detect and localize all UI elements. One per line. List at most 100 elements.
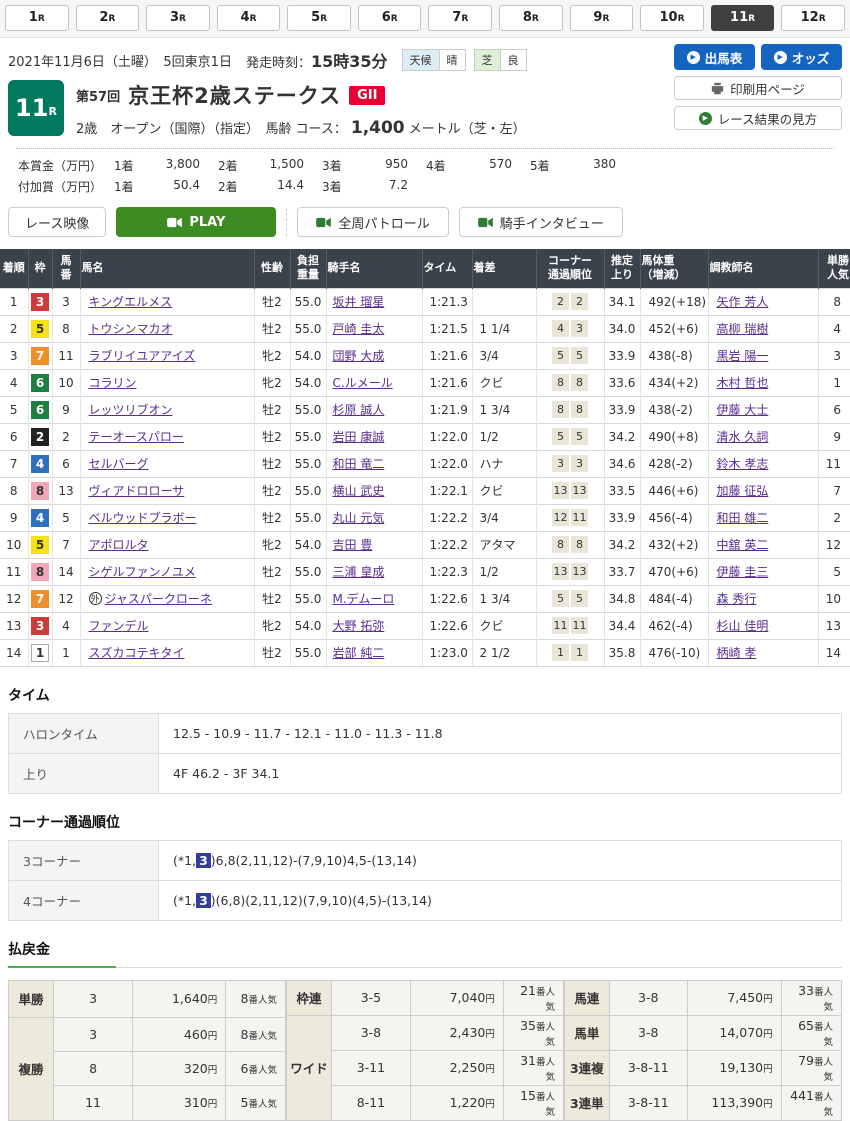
prize-rank: 3着 <box>322 157 356 174</box>
race-video-label[interactable]: レース映像 <box>8 207 106 237</box>
jockey-name-link[interactable]: C.ルメール <box>333 376 393 390</box>
horse-name-link[interactable]: ベルウッドブラボー <box>89 511 197 525</box>
trainer-name-link[interactable]: 木村 哲也 <box>717 376 769 390</box>
frame-number-badge: 1 <box>31 644 49 662</box>
bonus-money-row: 付加賞（万円） 1着50.42着14.43着7.2 <box>18 178 834 195</box>
trainer-name-link[interactable]: 和田 雄二 <box>717 511 769 525</box>
combination: 3 <box>54 1017 133 1051</box>
horse-name-link[interactable]: ラブリイユアアイズ <box>89 349 196 363</box>
race-tab[interactable]: 7R <box>428 5 492 31</box>
results-guide-button[interactable]: ▶レース結果の見方 <box>674 106 842 130</box>
jockey-name-link[interactable]: 丸山 元気 <box>333 511 385 525</box>
race-tab-suffix: R <box>819 14 826 24</box>
combination: 3-8 <box>332 1015 411 1050</box>
body-weight: 476(-10) <box>640 639 708 666</box>
frame-number-badge: 4 <box>31 509 49 527</box>
result-row: 13 3 4 ファンデル 牝2 54.0 大野 拓弥 1:22.6 クビ 111… <box>0 612 850 639</box>
odds-button[interactable]: ▶オッズ <box>761 44 842 70</box>
sex-age: 牡2 <box>254 450 290 477</box>
jockey-name-link[interactable]: 三浦 皇成 <box>333 565 385 579</box>
payout-amount: 14,070 <box>719 1025 763 1040</box>
race-tab[interactable]: 6R <box>358 5 422 31</box>
finish-time: 1:22.2 <box>422 531 472 558</box>
corner-position: 13 <box>552 563 569 580</box>
trainer-name-link[interactable]: 清水 久詞 <box>717 430 769 444</box>
horse-name-link[interactable]: ジャスパークローネ <box>105 592 212 606</box>
horse-name-link[interactable]: キングエルメス <box>89 295 173 309</box>
win-favorite-rank: 11 <box>818 450 850 477</box>
horse-name-link[interactable]: テーオースパロー <box>89 430 184 444</box>
carried-weight: 55.0 <box>290 558 326 585</box>
sex-age: 牡2 <box>254 639 290 666</box>
trainer-name-link[interactable]: 黒岩 陽一 <box>717 349 769 363</box>
jockey-name-link[interactable]: 岩田 康誠 <box>333 430 385 444</box>
jockey-name-link[interactable]: 吉田 豊 <box>333 538 373 552</box>
body-weight: 456(-4) <box>640 504 708 531</box>
race-tab[interactable]: 3R <box>146 5 210 31</box>
horse-name-link[interactable]: シゲルファンノユメ <box>89 565 196 579</box>
frame-number-badge: 4 <box>31 455 49 473</box>
race-tab[interactable]: 9R <box>570 5 634 31</box>
horse-name-link[interactable]: アポロルタ <box>89 538 149 552</box>
jockey-name-link[interactable]: 戸崎 圭太 <box>333 322 385 336</box>
race-tab[interactable]: 8R <box>499 5 563 31</box>
horse-name-link[interactable]: スズカコテキタイ <box>89 646 185 660</box>
payout-popularity: 65 <box>798 1018 814 1033</box>
jockey-name-link[interactable]: 杉原 誠人 <box>333 403 385 417</box>
sex-age: 牝2 <box>254 531 290 558</box>
horse-number: 6 <box>52 450 80 477</box>
jockey-name-link[interactable]: 岩部 純二 <box>333 646 385 660</box>
play-button[interactable]: PLAY <box>116 207 276 237</box>
video-camera-icon <box>167 217 182 228</box>
entries-button[interactable]: ▶出馬表 <box>674 44 755 70</box>
jockey-name-link[interactable]: M.デムーロ <box>333 592 395 606</box>
trainer-name-link[interactable]: 矢作 芳人 <box>717 295 769 309</box>
trainer-name-link[interactable]: 伊藤 圭三 <box>717 565 769 579</box>
race-tab[interactable]: 2R <box>76 5 140 31</box>
jockey-name-link[interactable]: 横山 武史 <box>333 484 385 498</box>
jockey-name-link[interactable]: 和田 竜二 <box>333 457 385 471</box>
trainer-name-link[interactable]: 森 秀行 <box>717 592 757 606</box>
trainer-name-link[interactable]: 中舘 英二 <box>717 538 769 552</box>
printer-icon <box>711 82 724 95</box>
finish-position: 8 <box>0 477 28 504</box>
corner-position: 5 <box>571 428 588 445</box>
trainer-name-link[interactable]: 柄崎 孝 <box>717 646 757 660</box>
race-tab[interactable]: 12R <box>781 5 845 31</box>
jockey-name-link[interactable]: 団野 大成 <box>333 349 385 363</box>
corner-position: 8 <box>571 374 588 391</box>
jockey-name-link[interactable]: 坂井 瑠星 <box>333 295 385 309</box>
finish-position: 14 <box>0 639 28 666</box>
race-tab[interactable]: 10R <box>640 5 704 31</box>
sex-age: 牡2 <box>254 504 290 531</box>
jockey-interview-button[interactable]: 騎手インタビュー <box>459 207 623 237</box>
frame-number-badge: 3 <box>31 617 49 635</box>
race-tab[interactable]: 4R <box>217 5 281 31</box>
trainer-name-link[interactable]: 鈴木 孝志 <box>717 457 769 471</box>
corner-position: 12 <box>552 509 569 526</box>
horse-name-link[interactable]: レッツリブオン <box>89 403 173 417</box>
trainer-name-link[interactable]: 伊藤 大士 <box>717 403 769 417</box>
race-tab[interactable]: 5R <box>287 5 351 31</box>
trainer-name-link[interactable]: 加藤 征弘 <box>717 484 769 498</box>
race-conditions: 2歳 オープン（国際）（指定） 馬齢 <box>76 118 292 137</box>
print-page-button[interactable]: 印刷用ページ <box>674 76 842 100</box>
race-tab[interactable]: 1R <box>5 5 69 31</box>
race-number-box: 11R <box>8 80 64 136</box>
race-tab[interactable]: 11R <box>711 5 775 31</box>
payout-popularity: 21 <box>520 983 536 998</box>
horse-name-link[interactable]: トウシンマカオ <box>89 322 173 336</box>
prize-amount: 380 <box>564 157 616 174</box>
win-favorite-rank: 12 <box>818 531 850 558</box>
trainer-name-link[interactable]: 高柳 瑞樹 <box>717 322 769 336</box>
horse-name-link[interactable]: ファンデル <box>89 619 149 633</box>
jockey-name-link[interactable]: 大野 拓弥 <box>333 619 385 633</box>
horse-name-link[interactable]: コラリン <box>89 376 137 390</box>
trainer-name-link[interactable]: 杉山 佳明 <box>717 619 769 633</box>
race-tab-number: 7 <box>452 10 461 25</box>
horse-number: 5 <box>52 504 80 531</box>
horse-name-link[interactable]: ヴィアドロローサ <box>89 484 185 498</box>
combination: 3-8 <box>609 980 687 1015</box>
patrol-video-button[interactable]: 全周パトロール <box>297 207 448 237</box>
horse-name-link[interactable]: セルバーグ <box>89 457 149 471</box>
